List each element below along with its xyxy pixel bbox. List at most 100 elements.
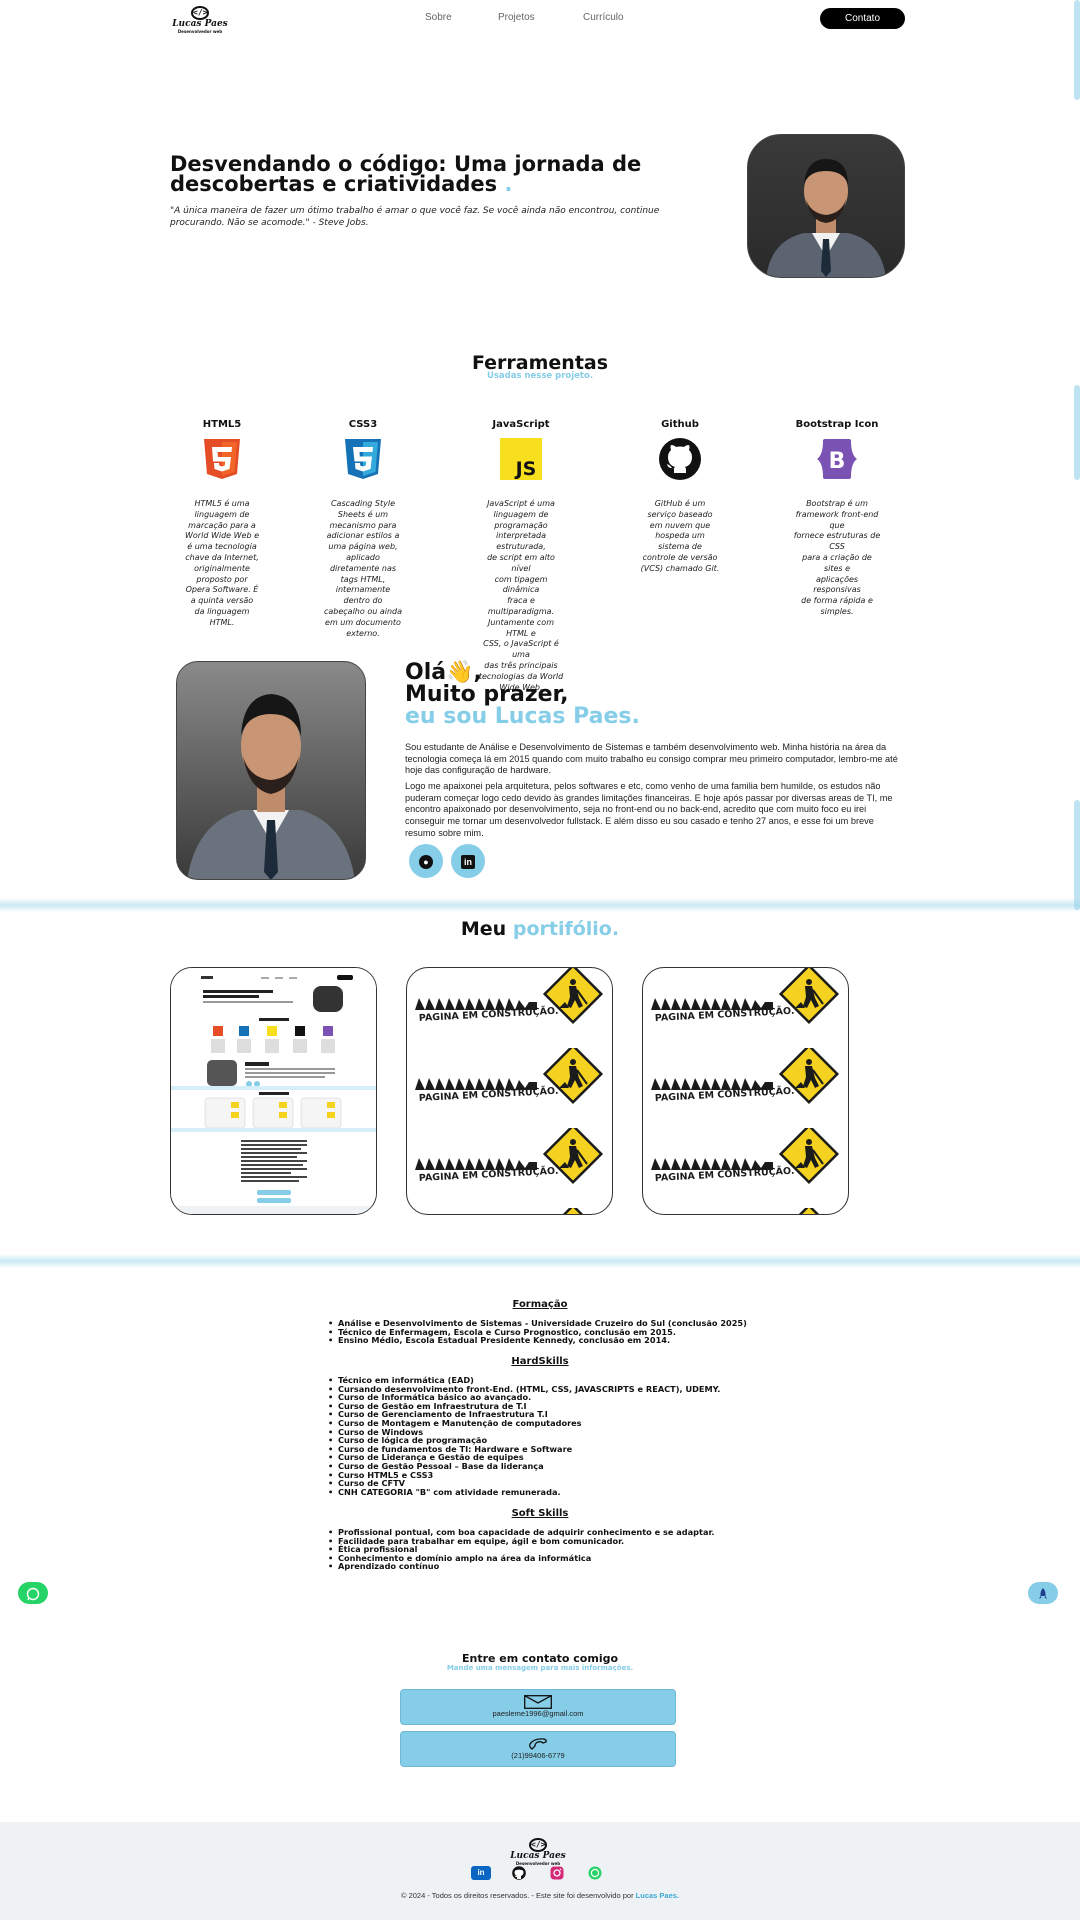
tool-name: HTML5 <box>202 419 242 430</box>
portfolio-card-site[interactable] <box>170 967 377 1215</box>
tool-html5: HTML5 HTML5 é uma linguagem de marcação pa… <box>172 419 272 629</box>
tool-description-line: internamente <box>335 585 391 595</box>
portfolio-card-under-construction[interactable]: PAGINA EM CONSTRUÇÃO. PAGINA EM CONSTRUÇÃ… <box>642 967 849 1215</box>
tool-description-line: com tipagem dinâmica <box>494 574 548 595</box>
portfolio-card-under-construction[interactable]: PAGINA EM CONSTRUÇÃO. PAGINA EM CONSTRUÇÃ… <box>406 967 613 1215</box>
tool-description-line: de script em alto nível <box>487 552 555 573</box>
phone-button[interactable]: (21)99406-6779 <box>400 1731 676 1767</box>
softskills-title: Soft Skills <box>511 1508 569 1519</box>
footer-instagram-link[interactable] <box>547 1866 567 1880</box>
hero-quote-line2: procurando. Não se acomode." - Steve Job… <box>170 218 369 228</box>
tool-description-line: linguagem de <box>194 509 250 519</box>
tool-description-line: externo. <box>346 628 380 638</box>
tool-description-line: programação <box>494 520 548 530</box>
about-linkedin-button[interactable]: in <box>451 844 485 878</box>
tool-description-line: adicionar estilos a <box>326 531 400 541</box>
under-construction-sign: PAGINA EM CONSTRUÇÃO. <box>415 1128 604 1185</box>
email-button[interactable]: paesleme1996@gmail.com <box>400 1689 676 1725</box>
about-paragraph-2: Logo me apaixonei pela arquitetura, pelo… <box>405 781 893 838</box>
bootstrap-icon: B <box>817 439 857 479</box>
logo-name: Lucas Paes <box>172 19 228 29</box>
envelope-icon <box>524 1695 552 1709</box>
tool-description-line: de forma rápida e <box>801 596 873 606</box>
footer <box>0 1822 1080 1920</box>
footer-linkedin-link[interactable]: in <box>471 1866 491 1880</box>
tool-description-line: Bootstrap é um <box>806 499 868 508</box>
tool-description-line: em um documento <box>325 617 401 627</box>
code-logo-icon: </> <box>191 6 209 20</box>
portfolio-title: Meu portifólio. <box>0 918 1080 940</box>
github-icon <box>512 1866 526 1880</box>
tool-description-line: framework front-end que <box>795 509 879 530</box>
tool-description-line: simples. <box>820 606 854 616</box>
footer-github-link[interactable] <box>509 1866 529 1880</box>
tool-description-line: marcação para a <box>188 520 256 530</box>
contato-button[interactable]: Contato <box>820 8 905 29</box>
site-preview-thumbnail <box>171 968 376 1214</box>
logo-subtitle: Desenvolvedor web <box>177 29 223 34</box>
footer-copyright: © 2024 - Todos os direitos reservados. -… <box>0 1891 1080 1900</box>
copyright-text: © 2024 - Todos os direitos reservados. -… <box>400 1891 634 1900</box>
tool-description-line: HTML5 é uma <box>194 499 250 508</box>
nav-projetos[interactable]: Projetos <box>498 12 535 23</box>
telephone-icon <box>529 1738 547 1750</box>
under-construction-sign: PAGINA EM CONSTRUÇÃO. <box>415 1048 604 1105</box>
list-item: Aprendizado contínuo <box>328 1562 714 1571</box>
tool-description-line: Cascading Style <box>330 499 396 508</box>
tool-name: Bootstrap Icon <box>795 419 879 430</box>
hero-quote-line1: "A única maneira de fazer um ótimo traba… <box>170 206 660 216</box>
header-logo[interactable]: </> Lucas Paes Desenvolvedor web <box>170 6 230 34</box>
tool-description-line: controle de versão <box>642 552 718 562</box>
under-construction-sign: PAGINA EM CONSTRUÇÃO. <box>415 968 604 1025</box>
css3-icon <box>345 439 381 479</box>
hero-profile-photo <box>747 134 905 278</box>
tools-subtitle: Usadas nesse projeto. <box>486 371 594 381</box>
under-construction-sign: PAGINA EM CONSTRUÇÃO. <box>542 1208 604 1214</box>
tool-description-line: fraca e multiparadigma. <box>487 596 555 616</box>
tool-description-line: Sheets é um <box>337 509 389 519</box>
tool-github: Github GitHub é um serviço baseado em nuve… <box>630 419 730 575</box>
about-heading: Olá👋, Muito prazer, eu sou Lucas Paes. <box>405 662 640 728</box>
hero-quote: "A única maneira de fazer um ótimo traba… <box>170 205 690 229</box>
whatsapp-float-button[interactable] <box>18 1582 48 1604</box>
tool-css3: CSS3 Cascading Style Sheets é um mecanismo… <box>313 419 413 639</box>
about-line2: Muito prazer, <box>405 682 569 707</box>
under-construction-sign: PAGINA EM CONSTRUÇÃO. <box>651 968 840 1025</box>
accessibility-float-button[interactable] <box>1028 1582 1058 1604</box>
tool-description-line: mecanismo para <box>329 520 397 530</box>
tool-name: CSS3 <box>348 419 378 430</box>
list-item: CNH CATEGORIA "B" com atividade remunera… <box>328 1488 720 1497</box>
linkedin-icon: in <box>477 1868 485 1877</box>
footer-logo[interactable]: </> Lucas Paes Desenvolvedor web <box>508 1838 568 1866</box>
under-construction-sign: PAGINA EM CONSTRUÇÃO. <box>651 1128 840 1185</box>
copyright-author: Lucas Paes. <box>635 1891 680 1900</box>
instagram-icon <box>550 1866 564 1880</box>
html5-icon <box>204 439 240 479</box>
hardskills-list: Técnico em informática (EAD)Cursando des… <box>328 1376 720 1497</box>
hero-title-line2: descobertas e criatividades <box>170 172 498 196</box>
tool-description-line: serviço baseado <box>647 509 713 519</box>
footer-whatsapp-link[interactable] <box>585 1866 605 1880</box>
tool-description-line: linguagem de <box>493 509 549 519</box>
nav-curriculo[interactable]: Currículo <box>583 12 624 23</box>
page: </> Lucas Paes Desenvolvedor web Sobre P… <box>0 0 1080 1920</box>
tool-description-line: fornece estruturas de CSS <box>793 531 881 552</box>
javascript-icon: JS <box>500 438 542 480</box>
tool-description-line: diretamente nas <box>329 563 397 573</box>
person-portrait-icon <box>187 694 355 879</box>
rocket-icon <box>1039 1587 1047 1599</box>
tool-description-line: da linguagem <box>194 606 250 616</box>
tool-description-line: (VCS) chamado Git. <box>640 563 720 573</box>
tool-name: Github <box>661 419 699 430</box>
tool-description-line: Juntamente com HTML e <box>487 617 554 638</box>
scroll-accent <box>1074 800 1080 910</box>
tool-description-line: CSS, o JavaScript é uma <box>483 639 559 660</box>
about-profile-photo <box>176 661 366 880</box>
tool-name: JavaScript <box>492 419 550 430</box>
tool-description-line: dentro do <box>343 596 383 606</box>
about-github-button[interactable]: ● <box>409 844 443 878</box>
tool-description: GitHub é um serviço baseado em nuvem que ho… <box>630 499 730 575</box>
tool-description-line: é uma tecnologia <box>187 542 257 552</box>
nav-sobre[interactable]: Sobre <box>425 12 452 23</box>
svg-text:JS: JS <box>514 458 537 480</box>
